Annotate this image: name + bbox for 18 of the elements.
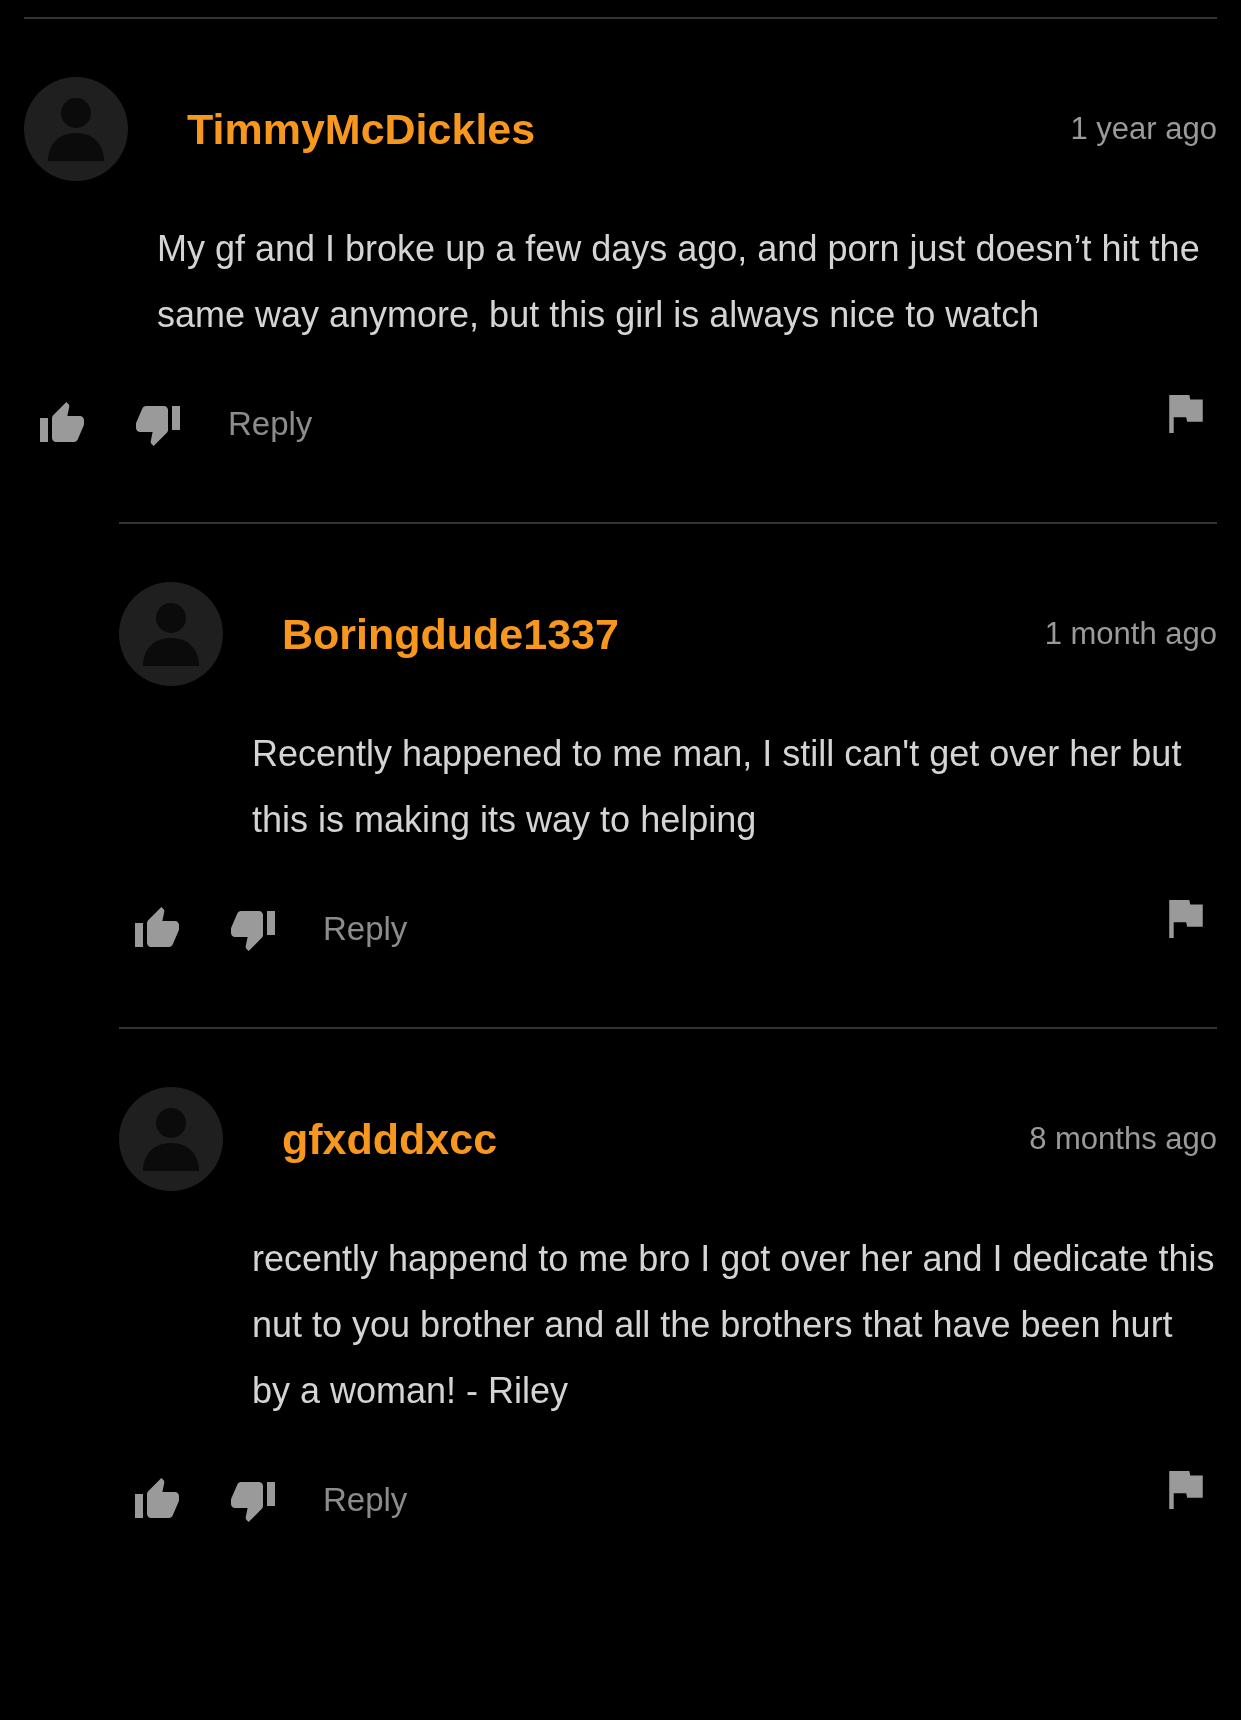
comment-text: My gf and I broke up a few days ago, and porn just doesn’t hit the same way anymore, but this girl is always nice to watch: [157, 227, 1201, 337]
avatar-icon: [119, 1087, 223, 1191]
reply-link[interactable]: Reply: [228, 405, 313, 443]
username[interactable]: gfxdddxcc: [282, 1114, 498, 1164]
comment-time: 1 month ago: [1044, 616, 1217, 652]
flag-icon[interactable]: [1167, 1468, 1205, 1512]
flag-icon[interactable]: [1167, 897, 1205, 941]
avatar-icon: [24, 77, 128, 181]
comment-text: Recently happened to me man, I still can't get over her but this is making its way to helping: [252, 732, 1183, 842]
username[interactable]: TimmyMcDickles: [187, 104, 536, 154]
flag-icon[interactable]: [1167, 392, 1205, 436]
comment-time: 8 months ago: [1029, 1121, 1217, 1157]
username[interactable]: Boringdude1337: [282, 609, 619, 659]
reply-link[interactable]: Reply: [323, 910, 408, 948]
avatar-icon: [119, 582, 223, 686]
reply-link[interactable]: Reply: [323, 1481, 408, 1519]
comment-text: recently happend to me bro I got over her and I dedicate this nut to you brother and all the brothers that have been hurt by a woman! - Riley: [252, 1237, 1216, 1413]
comment-time: 1 year ago: [1070, 111, 1217, 147]
